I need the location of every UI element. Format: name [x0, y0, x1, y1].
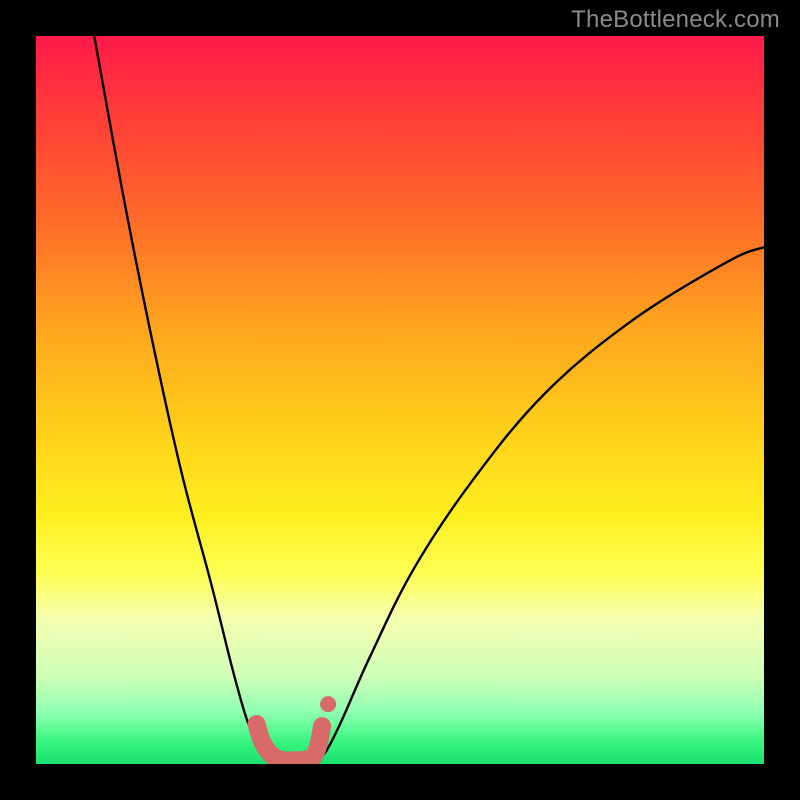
chart-frame: TheBottleneck.com — [0, 0, 800, 800]
plot-area — [36, 36, 764, 764]
watermark-text: TheBottleneck.com — [571, 6, 780, 34]
valley-marker — [257, 696, 337, 760]
right-curve — [320, 247, 764, 758]
chart-svg — [36, 36, 764, 764]
valley-end-dot — [320, 696, 336, 712]
valley-curve — [257, 724, 323, 761]
left-curve — [94, 36, 272, 760]
